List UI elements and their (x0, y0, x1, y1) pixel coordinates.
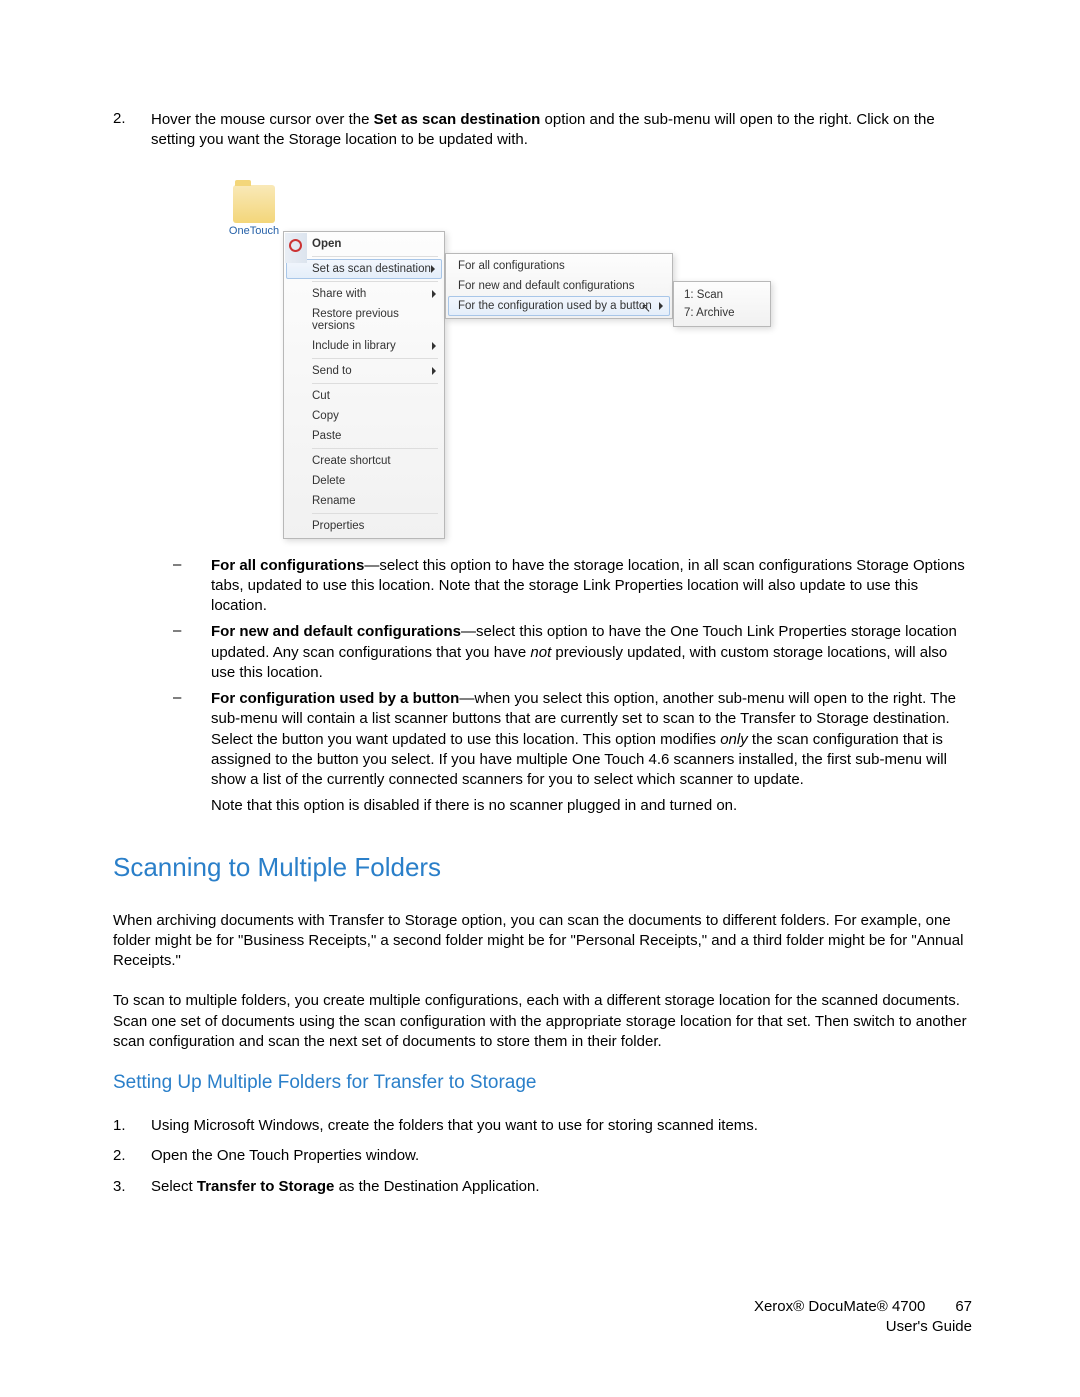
chevron-right-icon (432, 342, 436, 350)
menu-set-as-scan[interactable]: Set as scan destination (286, 259, 442, 279)
step-number: 2. (113, 110, 151, 151)
menu-icon-strip (285, 233, 307, 263)
menu-share-with-label: Share with (312, 288, 366, 300)
menu-restore[interactable]: Restore previous versions (286, 304, 442, 336)
menu-share-with[interactable]: Share with (286, 284, 442, 304)
submenu-button-archive[interactable]: 7: Archive (676, 304, 768, 322)
folder-block: OneTouch (223, 181, 285, 237)
step2-bold: Set as scan destination (374, 111, 541, 128)
ordered-list: 1. Using Microsoft Windows, create the f… (113, 1116, 972, 1197)
menu-separator (312, 281, 438, 282)
ol-num: 1. (113, 1116, 151, 1136)
submenu-button-scan[interactable]: 1: Scan (676, 286, 768, 304)
bullet-text: For configuration used by a button—when … (211, 689, 972, 817)
list-item: 3. Select Transfer to Storage as the Des… (113, 1177, 972, 1197)
menu-include-library[interactable]: Include in library (286, 336, 442, 356)
menu-separator (312, 448, 438, 449)
step-2: 2. Hover the mouse cursor over the Set a… (113, 110, 972, 151)
menu-set-as-scan-label: Set as scan destination (312, 263, 431, 275)
submenu-scan-destination: For all configurations For new and defau… (445, 253, 673, 319)
step-text: Hover the mouse cursor over the Set as s… (151, 110, 972, 151)
target-icon (289, 239, 302, 252)
folder-label: OneTouch (223, 225, 285, 237)
list-item: 1. Using Microsoft Windows, create the f… (113, 1116, 972, 1136)
bullet-text: For all configurations—select this optio… (211, 556, 972, 617)
menu-cut[interactable]: Cut (286, 386, 442, 406)
bullet-item: – For configuration used by a button—whe… (173, 689, 972, 817)
submenu-for-button-label: For the configuration used by a button (458, 300, 652, 312)
menu-properties[interactable]: Properties (286, 516, 442, 536)
menu-include-library-label: Include in library (312, 340, 396, 352)
ol-text: Select Transfer to Storage as the Destin… (151, 1177, 972, 1197)
list-item: 2. Open the One Touch Properties window. (113, 1146, 972, 1166)
chevron-right-icon (431, 265, 435, 273)
chevron-right-icon (432, 367, 436, 375)
bullet-item: – For all configurations—select this opt… (173, 556, 972, 617)
menu-delete[interactable]: Delete (286, 471, 442, 491)
menu-separator (312, 256, 438, 257)
i3-b: as the Destination Application. (334, 1178, 539, 1195)
submenu-for-all[interactable]: For all configurations (448, 256, 670, 276)
b3-italic: only (720, 731, 748, 748)
menu-send-to[interactable]: Send to (286, 361, 442, 381)
chevron-right-icon (659, 302, 663, 310)
para-2: To scan to multiple folders, you create … (113, 991, 972, 1052)
ol-num: 3. (113, 1177, 151, 1197)
step2-text-before: Hover the mouse cursor over the (151, 111, 374, 128)
footer-guide: User's Guide (754, 1317, 972, 1337)
bullet-dash: – (173, 689, 211, 817)
para-1: When archiving documents with Transfer t… (113, 911, 972, 972)
i3-bold: Transfer to Storage (197, 1178, 335, 1195)
menu-copy[interactable]: Copy (286, 406, 442, 426)
b1-bold: For all configurations (211, 557, 364, 574)
heading-scanning-multiple: Scanning to Multiple Folders (113, 852, 972, 883)
bullet-item: – For new and default configurations—sel… (173, 622, 972, 683)
menu-paste[interactable]: Paste (286, 426, 442, 446)
ol-num: 2. (113, 1146, 151, 1166)
ol-text: Open the One Touch Properties window. (151, 1146, 972, 1166)
b3-bold: For configuration used by a button (211, 690, 459, 707)
context-menu-screenshot: OneTouch Open Set as scan destination Sh… (223, 181, 843, 526)
bullet-dash: – (173, 556, 211, 617)
bullet-text: For new and default configurations—selec… (211, 622, 972, 683)
submenu-for-new[interactable]: For new and default configurations (448, 276, 670, 296)
folder-icon (233, 185, 275, 223)
menu-open[interactable]: Open (286, 234, 442, 254)
menu-send-to-label: Send to (312, 365, 352, 377)
footer-product: Xerox® DocuMate® 4700 (754, 1297, 925, 1317)
bullet-list: – For all configurations—select this opt… (173, 556, 972, 817)
bullet-dash: – (173, 622, 211, 683)
heading-setting-up: Setting Up Multiple Folders for Transfer… (113, 1072, 972, 1094)
submenu-for-button[interactable]: For the configuration used by a button ↖ (448, 296, 670, 316)
footer-page-number: 67 (955, 1297, 972, 1317)
page-footer: Xerox® DocuMate® 4700 67 User's Guide (754, 1297, 972, 1338)
menu-separator (312, 513, 438, 514)
b2-italic: not (530, 644, 551, 661)
menu-create-shortcut[interactable]: Create shortcut (286, 451, 442, 471)
ol-text: Using Microsoft Windows, create the fold… (151, 1116, 972, 1136)
b2-bold: For new and default configurations (211, 623, 461, 640)
cursor-icon: ↖ (641, 301, 651, 315)
menu-separator (312, 358, 438, 359)
context-menu: Open Set as scan destination Share with … (283, 231, 445, 539)
submenu-buttons: 1: Scan 7: Archive (673, 281, 771, 327)
b3-note: Note that this option is disabled if the… (211, 797, 737, 814)
menu-rename[interactable]: Rename (286, 491, 442, 511)
i3-a: Select (151, 1178, 197, 1195)
chevron-right-icon (432, 290, 436, 298)
menu-separator (312, 383, 438, 384)
